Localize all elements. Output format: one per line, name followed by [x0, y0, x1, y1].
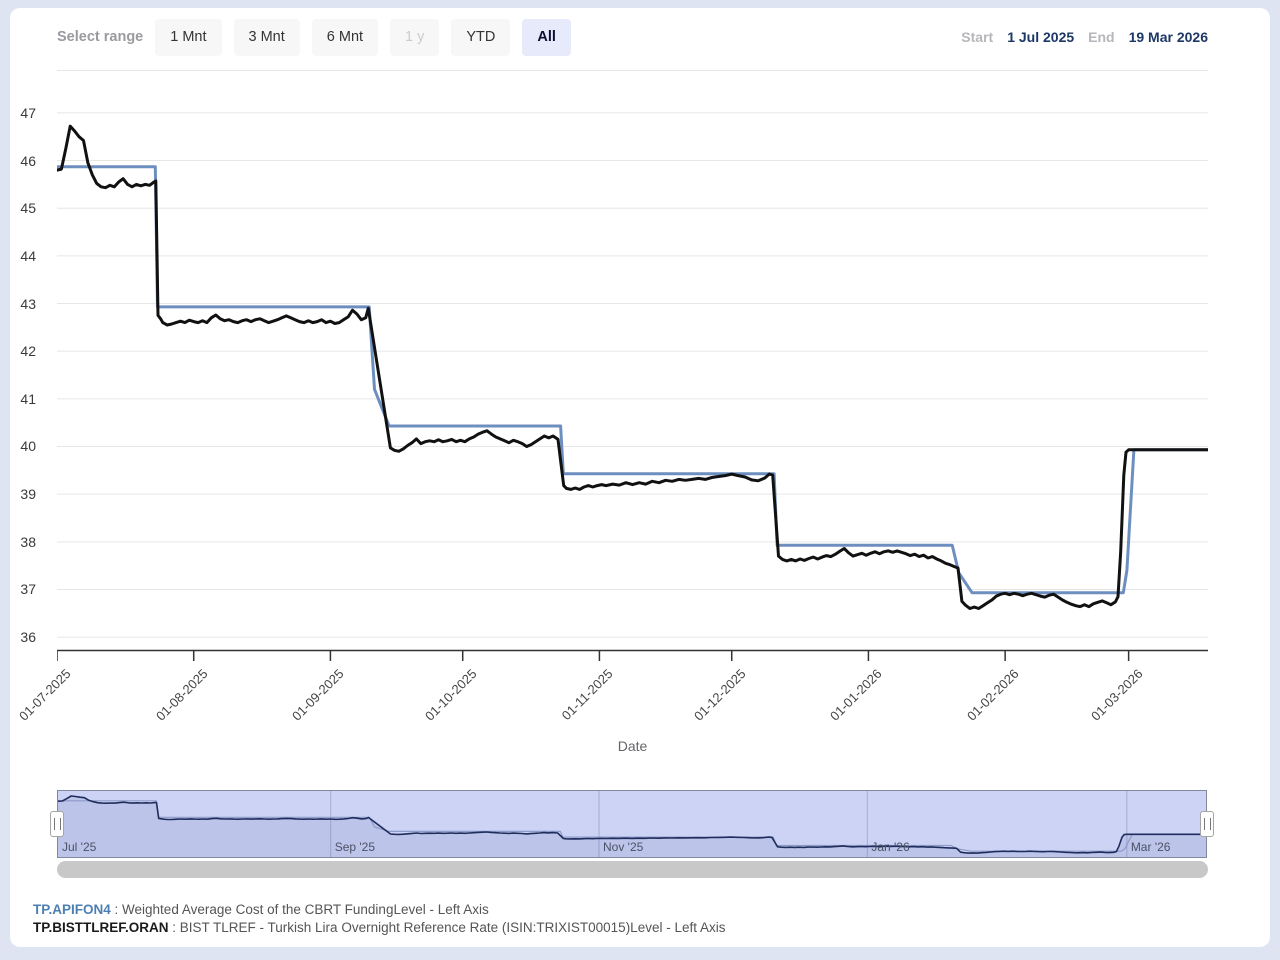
- range-button-all[interactable]: All: [522, 19, 571, 56]
- y-tick-label: 36: [10, 629, 36, 645]
- y-tick-label: 37: [10, 581, 36, 597]
- series-line-tp-bisttlref-oran: [57, 126, 1208, 608]
- legend-row: TP.BISTTLREF.ORAN : BIST TLREF - Turkish…: [33, 919, 725, 937]
- range-button-6-mnt[interactable]: 6 Mnt: [312, 19, 378, 56]
- range-button-3-mnt[interactable]: 3 Mnt: [234, 19, 300, 56]
- range-selector: 1 Mnt 3 Mnt 6 Mnt 1 y YTD All: [155, 19, 583, 56]
- legend-series-code[interactable]: TP.APIFON4: [33, 902, 111, 917]
- legend-series-description: : Weighted Average Cost of the CBRT Fund…: [111, 902, 489, 917]
- navigator-right-handle[interactable]: [1200, 811, 1214, 837]
- y-tick-label: 39: [10, 486, 36, 502]
- navigator[interactable]: Jul '25 Sep '25 Nov '25 Jan '26 Mar '26: [57, 790, 1207, 858]
- y-tick-label: 46: [10, 153, 36, 169]
- end-label: End: [1088, 29, 1114, 45]
- legend-row: TP.APIFON4 : Weighted Average Cost of th…: [33, 901, 725, 919]
- y-tick-label: 38: [10, 534, 36, 550]
- legend-series-description: : BIST TLREF - Turkish Lira Overnight Re…: [169, 920, 726, 935]
- y-tick-label: 42: [10, 343, 36, 359]
- navigator-month-label: Mar '26: [1131, 840, 1171, 854]
- legend: TP.APIFON4 : Weighted Average Cost of th…: [33, 901, 725, 936]
- select-range-label: Select range: [57, 29, 143, 45]
- grip-icon: [1204, 818, 1211, 830]
- main-chart-plot[interactable]: [57, 70, 1208, 670]
- grip-icon: [54, 818, 61, 830]
- y-tick-label: 40: [10, 438, 36, 454]
- range-button-1-mnt[interactable]: 1 Mnt: [155, 19, 221, 56]
- range-button-1-y: 1 y: [390, 19, 439, 56]
- navigator-month-label: Nov '25: [603, 840, 643, 854]
- navigator-month-label: Jan '26: [871, 840, 909, 854]
- navigator-month-label: Jul '25: [62, 840, 96, 854]
- navigator-left-handle[interactable]: [50, 811, 64, 837]
- toolbar: Select range 1 Mnt 3 Mnt 6 Mnt 1 y YTD All St…: [57, 16, 1208, 58]
- navigator-month-label: Sep '25: [335, 840, 375, 854]
- y-tick-label: 41: [10, 391, 36, 407]
- y-tick-label: 43: [10, 296, 36, 312]
- date-range: Start 1 Jul 2025 End 19 Mar 2026: [961, 29, 1208, 45]
- legend-series-code[interactable]: TP.BISTTLREF.ORAN: [33, 920, 169, 935]
- chart-card: Select range 1 Mnt 3 Mnt 6 Mnt 1 y YTD All St…: [10, 8, 1270, 947]
- end-date-value[interactable]: 19 Mar 2026: [1129, 29, 1208, 45]
- start-label: Start: [961, 29, 993, 45]
- x-axis-title: Date: [57, 738, 1208, 754]
- y-tick-label: 44: [10, 248, 36, 264]
- y-tick-label: 45: [10, 200, 36, 216]
- start-date-value[interactable]: 1 Jul 2025: [1007, 29, 1074, 45]
- series-line-tp-apifon4: [57, 167, 1208, 593]
- range-button-ytd[interactable]: YTD: [451, 19, 510, 56]
- horizontal-scrollbar[interactable]: [57, 861, 1208, 878]
- y-tick-label: 47: [10, 105, 36, 121]
